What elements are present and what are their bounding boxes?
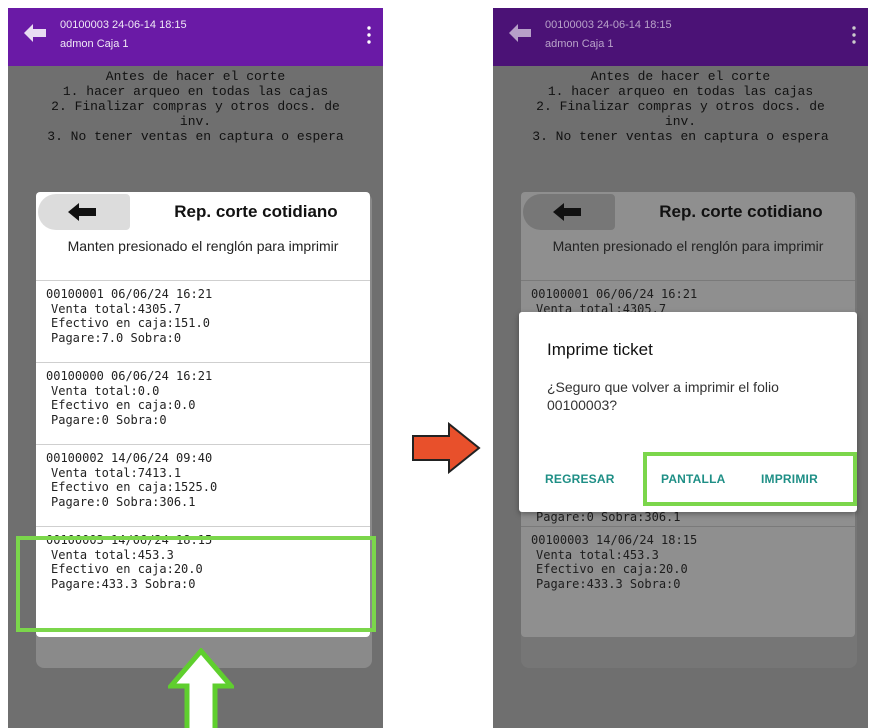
header-user: admon Caja 1 <box>545 38 614 50</box>
report-title: Rep. corte cotidiano <box>174 202 338 221</box>
row-venta: Venta total:4305.7 <box>51 301 182 316</box>
phone-screen-print-dialog: 00100003 24-06-14 18:15 admon Caja 1 Ant… <box>493 8 868 728</box>
row-folio-date: 00100001 06/06/24 16:21 <box>531 287 698 301</box>
row-pagare: Pagare:433.3 Sobra:0 <box>536 576 681 591</box>
arrow-right-icon <box>412 422 481 474</box>
note-line: 3. No tener ventas en captura o espera <box>532 129 829 144</box>
note-line: 2. Finalizar compras y otros docs. de <box>536 99 825 114</box>
row-efectivo: Efectivo en caja:151.0 <box>51 316 210 330</box>
report-back-button[interactable] <box>38 194 130 230</box>
row-pagare: Pagare:0 Sobra:306.1 <box>51 494 196 509</box>
dialog-title: Imprime ticket <box>547 340 653 359</box>
row-folio-date: 00100001 06/06/24 16:21 <box>46 287 213 301</box>
note-line: inv. <box>179 114 212 129</box>
report-header: Rep. corte cotidiano <box>521 192 855 232</box>
row-folio-date: 00100000 06/06/24 16:21 <box>46 369 213 383</box>
report-row[interactable]: 00100002 14/06/24 09:40 Venta total:7413… <box>36 444 370 526</box>
dialog-message: ¿Seguro que volver a imprimir el folio 0… <box>547 379 779 413</box>
row-efectivo: Efectivo en caja:0.0 <box>51 398 196 412</box>
row-efectivo: Efectivo en caja:1525.0 <box>51 480 218 494</box>
note-line: inv. <box>664 114 697 129</box>
row-pagare: Pagare:7.0 Sobra:0 <box>51 330 182 345</box>
report-subtitle: Manten presionado el renglón para imprim… <box>67 238 339 254</box>
more-vertical-icon[interactable] <box>852 26 856 44</box>
report-subtitle: Manten presionado el renglón para imprim… <box>552 238 824 254</box>
row-folio-date: 00100003 14/06/24 18:15 <box>531 533 698 547</box>
arrow-up-icon <box>168 648 234 728</box>
row-pagare: Pagare:0 Sobra:306.1 <box>536 510 681 524</box>
report-header: Rep. corte cotidiano <box>36 192 370 232</box>
report-back-button[interactable] <box>523 194 615 230</box>
row-venta: Venta total:0.0 <box>51 383 160 398</box>
row-pagare: Pagare:0 Sobra:0 <box>51 412 167 427</box>
header-user: admon Caja 1 <box>60 38 129 50</box>
report-title: Rep. corte cotidiano <box>659 202 823 221</box>
report-row[interactable]: 00100000 06/06/24 16:21 Venta total:0.0 … <box>36 362 370 444</box>
report-row[interactable]: 00100003 14/06/24 18:15 Venta total:453.… <box>521 526 855 608</box>
row-efectivo: Efectivo en caja:20.0 <box>536 562 688 576</box>
arrow-left-icon <box>68 203 96 221</box>
top-app-bar: 00100003 24-06-14 18:15 admon Caja 1 <box>493 8 868 66</box>
header-folio-date: 00100003 24-06-14 18:15 <box>60 19 187 31</box>
regresar-button[interactable]: REGRESAR <box>545 472 615 486</box>
row-venta: Venta total:7413.1 <box>51 465 182 480</box>
selected-row-highlight <box>16 536 376 632</box>
header-folio-date: 00100003 24-06-14 18:15 <box>545 19 672 31</box>
back-arrow-icon[interactable] <box>509 24 531 42</box>
note-line: Antes de hacer el corte <box>590 69 771 84</box>
row-folio-date: 00100002 14/06/24 09:40 <box>46 451 213 465</box>
dialog-buttons-highlight <box>643 452 857 506</box>
note-line: 1. hacer arqueo en todas las cajas <box>547 84 814 99</box>
top-app-bar: 00100003 24-06-14 18:15 admon Caja 1 <box>8 8 383 66</box>
note-line: 2. Finalizar compras y otros docs. de <box>51 99 340 114</box>
instructions-note: Antes de hacer el corte 1. hacer arqueo … <box>8 69 383 144</box>
note-line: Antes de hacer el corte <box>105 69 286 84</box>
note-line: 1. hacer arqueo en todas las cajas <box>62 84 329 99</box>
instructions-note: Antes de hacer el corte 1. hacer arqueo … <box>493 69 868 144</box>
arrow-left-icon <box>553 203 581 221</box>
row-venta: Venta total:453.3 <box>536 547 659 562</box>
note-line: 3. No tener ventas en captura o espera <box>47 129 344 144</box>
report-row[interactable]: 00100001 06/06/24 16:21 Venta total:4305… <box>36 280 370 362</box>
more-vertical-icon[interactable] <box>367 26 371 44</box>
back-arrow-icon[interactable] <box>24 24 46 42</box>
